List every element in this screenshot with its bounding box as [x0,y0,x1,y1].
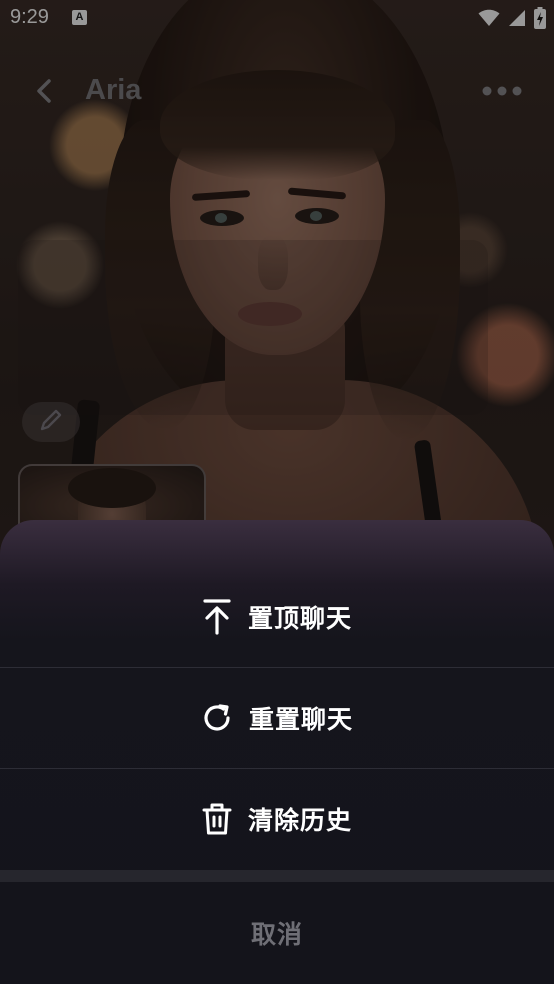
section-separator [0,870,554,882]
pin-chat-label: 置顶聊天 [247,604,352,633]
clear-history-button[interactable]: 清除历史 [0,769,554,869]
reset-chat-button[interactable]: 重置聊天 [0,668,554,768]
action-sheet: 置顶聊天 重置聊天 清除历史 取消 [0,520,554,984]
refresh-icon [204,704,230,731]
trash-icon [202,803,232,835]
clear-history-label: 清除历史 [247,806,352,835]
app-screen: 9:29 A Aria 置顶聊天 重置聊天 清除历史 取消 [0,0,554,984]
pin-to-top-icon [203,599,231,635]
cancel-button[interactable]: 取消 [0,882,554,984]
reset-chat-label: 重置聊天 [248,705,353,734]
pin-chat-button[interactable]: 置顶聊天 [0,567,554,667]
